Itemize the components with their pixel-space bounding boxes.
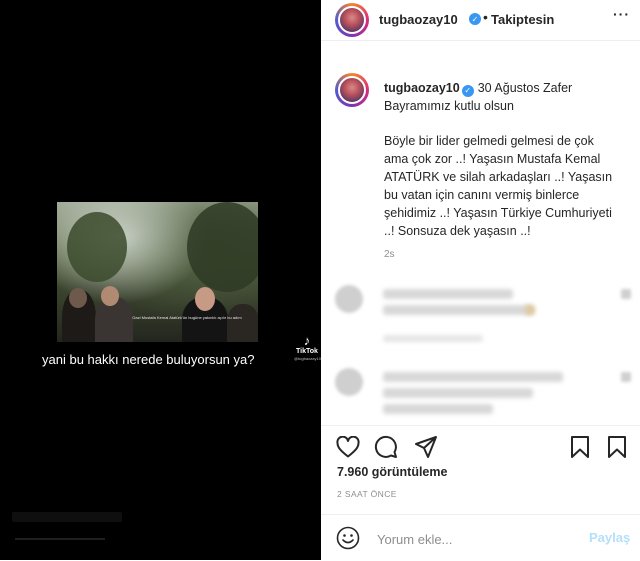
verified-icon: ✓ [469,13,481,25]
video-face-3 [195,287,215,311]
post-header: tugbaozay10 ✓ • Takiptesin ··· [321,0,640,41]
comment-bar: Paylaş [321,514,640,561]
follow-status[interactable]: Takiptesin [491,12,554,27]
comment-icon[interactable] [373,434,399,460]
post-comment-button[interactable]: Paylaş [589,530,630,545]
blurred-comment [335,285,635,345]
action-bar [321,425,640,466]
bookmark-filled-icon[interactable] [604,434,630,460]
more-icon[interactable]: ··· [613,6,630,22]
comment-avatar [335,285,363,313]
caption-username[interactable]: tugbaozay10 [384,81,460,95]
tiktok-handle: @tugbaozay10 [294,356,321,361]
emoji-icon[interactable] [336,526,360,550]
comment-bar [383,372,563,382]
video-caption: yani bu hakkı nerede buluyorsun ya? [42,352,255,367]
bookmark-icon[interactable] [567,434,593,460]
comment-heart-icon [621,372,631,382]
caption-body: Böyle bir lider gelmedi gelmesi de çok a… [384,134,613,238]
comment-meta [383,335,483,342]
header-username[interactable]: tugbaozay10 [379,12,458,27]
comment-heart-icon [621,289,631,299]
heart-icon[interactable] [335,434,361,460]
share-icon[interactable] [413,434,439,460]
header-separator: • [483,9,488,25]
comment-bar [525,305,535,315]
video-ghost-line [15,538,105,540]
comment-input[interactable] [375,529,579,549]
comment-bar [383,289,513,299]
verified-icon: ✓ [461,85,474,97]
video-ghost-text [12,512,122,522]
comment-bar [383,404,493,414]
caption-time-ago: 2s [384,249,395,260]
tiktok-logo-text: TikTok [296,348,318,355]
comment-bar [383,305,533,315]
video-face-2 [101,286,119,306]
comment-bar [383,388,533,398]
video-person-4 [227,304,258,342]
tiktok-watermark: ♪ TikTok @tugbaozay10 [294,333,321,362]
video-face [69,288,87,308]
video-player[interactable]: Gazi Mustafa Kemal Atatürk’ün bugüne yak… [0,0,321,560]
video-scenery [67,212,127,282]
tiktok-icon: ♪ [303,333,311,348]
blurred-comment [335,368,635,428]
video-frame[interactable]: Gazi Mustafa Kemal Atatürk’ün bugüne yak… [57,202,258,342]
video-scenery-2 [187,202,258,292]
caption-avatar[interactable] [335,73,369,107]
avatar[interactable] [335,3,369,37]
post-panel: tugbaozay10 ✓ • Takiptesin ··· tugbaozay… [321,0,640,560]
comment-avatar [335,368,363,396]
caption-title-line: tugbaozay10 ✓ 30 Ağustos Zafer Bayramımız … [384,79,614,115]
video-subtitle: Gazi Mustafa Kemal Atatürk’ün bugüne yak… [132,315,242,320]
post-date: 2 SAAT ÖNCE [337,489,397,499]
view-count[interactable]: 7.960 görüntüleme [337,465,447,479]
